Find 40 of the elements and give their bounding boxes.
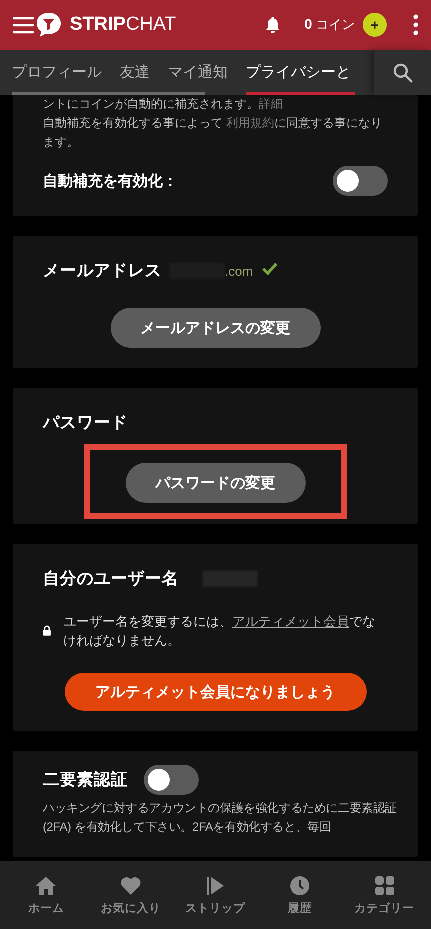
- play-icon: [204, 874, 226, 896]
- link[interactable]: 詳細: [259, 97, 283, 111]
- description-text: 自動補充を有効化する事によって 利用規約に同意する事になります。: [43, 115, 384, 151]
- nav-item[interactable]: ストリップ: [173, 861, 258, 929]
- description-text: ントにコインが自動的に補充されます。詳細: [43, 96, 284, 113]
- nav-item[interactable]: カテゴリー: [342, 861, 427, 929]
- tab[interactable]: 友達: [120, 50, 160, 95]
- nav-item[interactable]: お気に入り: [88, 861, 174, 929]
- nav-item[interactable]: 履歴: [258, 861, 342, 929]
- bell-icon[interactable]: [264, 16, 281, 34]
- description-text: ハッキングに対するアカウントの保護を強化するために二要素認証(2FA) を有効化して下さい。2FAを有効化すると、毎回: [43, 800, 398, 836]
- coin-balance: 0 コイン: [304, 16, 355, 34]
- tab[interactable]: プロフィール: [12, 50, 112, 95]
- change-password-button[interactable]: パスワードの変更: [126, 463, 306, 503]
- add-coins-button[interactable]: +: [363, 13, 387, 37]
- menu-icon[interactable]: [12, 15, 36, 35]
- search-icon[interactable]: [392, 62, 412, 82]
- grid-icon: [374, 874, 396, 896]
- logo-text[interactable]: STRIPCHAT: [70, 14, 176, 36]
- toggle-switch[interactable]: [333, 166, 388, 196]
- clock-icon: [289, 874, 312, 896]
- heart-icon: [120, 874, 142, 896]
- email-domain: .com: [225, 264, 254, 278]
- logo-icon[interactable]: [36, 12, 62, 38]
- notice-text: ユーザー名を変更するには、アルティメット会員でなければなりません。: [63, 613, 376, 650]
- home-icon: [35, 874, 58, 896]
- nav-item[interactable]: ホーム: [4, 861, 89, 929]
- section-title: 二要素認証: [43, 770, 128, 791]
- change-email-button[interactable]: メールアドレスの変更: [110, 308, 320, 348]
- toggle-switch[interactable]: [144, 765, 199, 795]
- section-title: 自分のユーザー名: [43, 569, 179, 590]
- toggle-label: 自動補充を有効化：: [43, 172, 179, 190]
- upgrade-button[interactable]: アルティメット会員になりましょう: [64, 673, 366, 711]
- section-title: パスワード: [43, 413, 129, 434]
- more-options-icon[interactable]: [413, 14, 419, 36]
- section-title: メールアドレス: [43, 261, 162, 282]
- link[interactable]: アルティメット会員: [232, 614, 350, 629]
- tab[interactable]: マイ通知: [168, 50, 238, 95]
- link[interactable]: 利用規約: [226, 116, 274, 130]
- lock-icon: [43, 624, 52, 638]
